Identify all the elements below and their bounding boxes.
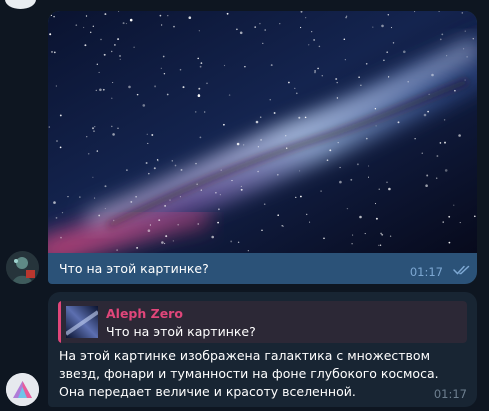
incoming-message[interactable]: Aleph Zero Что на этой картинке? На этой… [48, 292, 477, 407]
incoming-message-text: На этой картинке изображена галактика с … [59, 348, 439, 399]
bot-avatar[interactable] [6, 373, 39, 406]
outgoing-message[interactable]: Что на этой картинке? 01:17 [48, 11, 477, 284]
outgoing-message-text: Что на этой картинке? [59, 261, 209, 276]
quote-author: Aleph Zero [106, 306, 183, 321]
user-avatar[interactable] [6, 251, 39, 284]
incoming-message-time: 01:17 [433, 387, 467, 401]
chat-view: Что на этой картинке? 01:17 Aleph Zero Ч… [0, 0, 489, 411]
double-check-icon [453, 265, 470, 275]
quote-accent-bar [58, 301, 61, 343]
quote-text: Что на этой картинке? [106, 324, 256, 339]
outgoing-message-time: 01:17 [409, 265, 443, 279]
previous-avatar[interactable] [5, 0, 36, 9]
quote-thumbnail [66, 306, 98, 338]
reply-quote[interactable]: Aleph Zero Что на этой картинке? [58, 301, 467, 343]
galaxy-photo[interactable] [48, 11, 477, 253]
